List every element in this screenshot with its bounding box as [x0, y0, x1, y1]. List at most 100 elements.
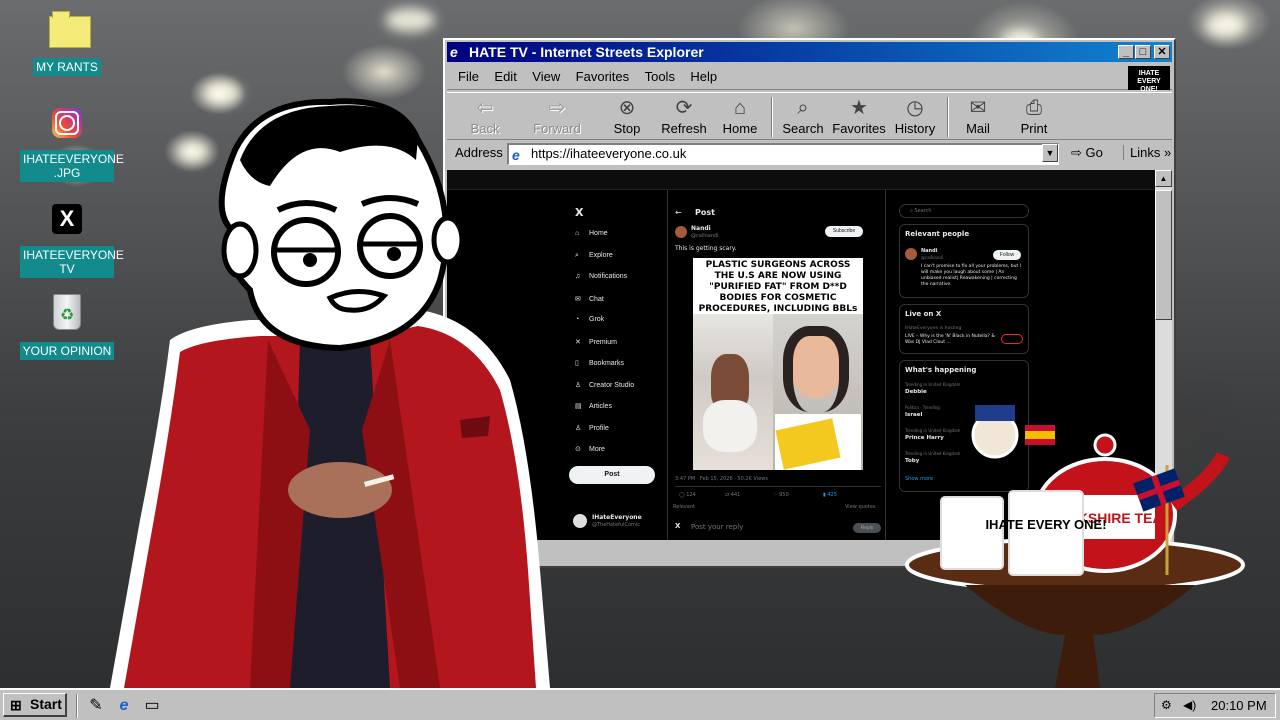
folder-icon — [49, 11, 91, 48]
tweet-image[interactable]: PLASTIC SURGEONS ACROSS THE U.S ARE NOW … — [693, 258, 863, 470]
reply-button[interactable]: Reply — [853, 523, 881, 533]
menu-view[interactable]: View — [532, 64, 560, 90]
x-logo-icon[interactable]: X — [575, 206, 583, 219]
profile-icon: ♙ — [575, 425, 582, 432]
scroll-thumb[interactable] — [1155, 190, 1172, 320]
search-button[interactable]: ⌕ Search — [771, 97, 835, 136]
home-icon: ⌂ — [575, 230, 580, 237]
maximize-button[interactable]: □ — [1135, 45, 1151, 59]
nav-bookmarks[interactable]: ▯ Bookmarks — [575, 359, 624, 367]
home-label: Home — [722, 121, 758, 136]
favorites-button[interactable]: ★ Favorites — [827, 97, 891, 136]
nav-label: Chat — [589, 296, 604, 303]
stop-icon: ⊗ — [618, 97, 636, 119]
network-icon[interactable]: ⚙ — [1161, 694, 1172, 717]
teapot-lid-knob — [1093, 433, 1117, 457]
system-tray: ⚙ ◀) 20:10 PM — [1154, 693, 1276, 718]
view-quotes-link[interactable]: View quotes — [845, 504, 876, 510]
x-logo-icon: X — [52, 204, 82, 234]
brand-logo: IHATE EVERY ONE! — [1128, 66, 1170, 93]
clock[interactable]: 20:10 PM — [1211, 694, 1267, 717]
home-button[interactable]: ⌂ Home — [708, 97, 772, 136]
menu-help[interactable]: Help — [690, 64, 717, 90]
volume-icon[interactable]: ◀) — [1183, 694, 1196, 717]
column-divider — [885, 190, 886, 540]
post-button[interactable]: Post — [569, 466, 655, 484]
hands — [288, 462, 392, 518]
relevant-filter[interactable]: Relevant — [673, 504, 695, 510]
start-button[interactable]: ⊞ Start — [3, 693, 67, 717]
desktop-icon-label: MY RANTS — [33, 58, 101, 76]
x-logo-icon: X — [675, 522, 681, 530]
spain-flag-stripe — [1025, 431, 1055, 439]
taskbar: ⊞ Start ✎ e ▭ ⚙ ◀) 20:10 PM — [0, 688, 1280, 720]
print-button[interactable]: ⎙ Print — [1002, 97, 1066, 136]
nav-premium[interactable]: ✕ Premium — [575, 338, 617, 346]
refresh-button[interactable]: ⟳ Refresh — [652, 97, 716, 136]
nav-notifications[interactable]: ♫ Notifications — [575, 273, 627, 280]
account-name: IHateEveryone — [592, 514, 642, 521]
reply-count[interactable]: ◯ 124 — [679, 492, 696, 498]
people-avatar[interactable] — [905, 248, 917, 260]
stop-button[interactable]: ⊗ Stop — [595, 97, 659, 136]
subscribe-button[interactable]: Subscribe — [825, 226, 863, 237]
meme-photo-right — [773, 314, 863, 470]
nav-grok[interactable]: ◔ Grok — [575, 316, 604, 323]
like-count[interactable]: ♡ 950 — [773, 492, 789, 498]
repost-count[interactable]: ⇄ 441 — [725, 492, 740, 498]
repost-count-value: 441 — [730, 492, 741, 498]
close-button[interactable]: ✕ — [1154, 45, 1170, 59]
nav-explore[interactable]: ⌕ Explore — [575, 252, 613, 260]
links-button[interactable]: Links » — [1123, 145, 1171, 160]
people-name[interactable]: Nandi — [921, 248, 937, 254]
menu-file[interactable]: File — [458, 64, 479, 90]
scroll-up-button[interactable]: ▲ — [1155, 170, 1172, 187]
address-dropdown-button[interactable]: ▼ — [1042, 144, 1058, 162]
menu-tools[interactable]: Tools — [645, 64, 675, 90]
go-label: Go — [1085, 145, 1103, 160]
nav-home[interactable]: ⌂ Home — [575, 230, 608, 237]
nav-label: Notifications — [589, 273, 628, 280]
title-bar[interactable]: e HATE TV - Internet Streets Explorer _ … — [447, 42, 1172, 62]
mail-icon: ✉ — [969, 97, 987, 119]
address-input[interactable]: e https://ihateeveryone.co.uk — [507, 143, 1059, 165]
search-input: ⌕ Search — [899, 204, 1029, 218]
bookmark-count[interactable]: ▮ 425 — [823, 492, 837, 498]
author-name[interactable]: Nandi — [691, 225, 711, 232]
ie-logo-icon: e — [450, 44, 458, 60]
nav-label: More — [589, 446, 605, 453]
menu-favorites[interactable]: Favorites — [576, 64, 629, 90]
nav-articles[interactable]: ▤ Articles — [575, 402, 612, 410]
back-arrow-icon[interactable]: ← — [675, 208, 682, 217]
ie-quick-launch-icon[interactable]: e — [114, 696, 134, 716]
ear-right — [431, 215, 465, 265]
favorites-icon: ★ — [850, 97, 868, 119]
account-avatar[interactable] — [573, 514, 587, 528]
links-label: Links — [1130, 145, 1161, 160]
follow-button[interactable]: Follow — [993, 250, 1021, 260]
meme-caption: PLASTIC SURGEONS ACROSS THE U.S ARE NOW … — [693, 258, 863, 314]
nav-label: Home — [589, 230, 608, 237]
desktop-icon-my-rants[interactable]: MY RANTS — [17, 11, 117, 76]
minimize-button[interactable]: _ — [1118, 45, 1134, 59]
nav-more[interactable]: ⊙ More — [575, 445, 605, 453]
nav-chat[interactable]: ✉ Chat — [575, 295, 604, 303]
nav-label: Creator Studio — [589, 382, 635, 389]
menu-edit[interactable]: Edit — [494, 64, 516, 90]
nav-creator-studio[interactable]: ♙ Creator Studio — [575, 381, 634, 389]
bookmark-count-value: 425 — [827, 492, 837, 498]
trend-item[interactable]: Debbie — [905, 389, 927, 395]
reply-count-value: 124 — [686, 492, 696, 498]
ceiling-light — [385, 8, 435, 32]
mail-button[interactable]: ✉ Mail — [946, 97, 1010, 136]
author-avatar[interactable] — [675, 226, 687, 238]
notepad-quick-launch-icon[interactable]: ✎ — [86, 696, 106, 716]
history-button[interactable]: ◷ History — [883, 97, 947, 136]
nav-profile[interactable]: ♙ Profile — [575, 424, 609, 432]
nav-label: Articles — [589, 403, 612, 410]
go-button[interactable]: ⇨ Go — [1071, 145, 1103, 161]
cartoon-character — [110, 98, 550, 688]
reply-input[interactable]: Post your reply — [691, 523, 743, 531]
history-label: History — [894, 121, 936, 136]
desktop-quick-launch-icon[interactable]: ▭ — [142, 696, 162, 716]
